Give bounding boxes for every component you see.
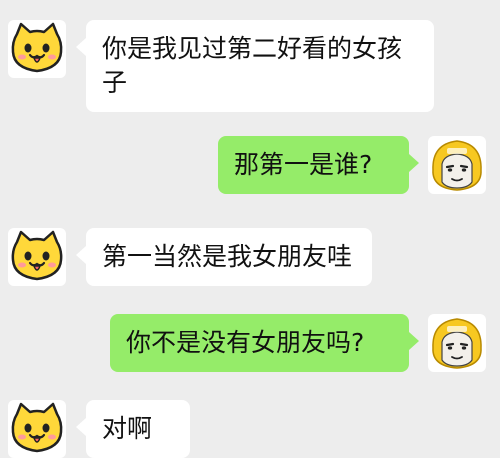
- bubble-tail: [76, 246, 86, 264]
- message-bubble[interactable]: 对啊: [86, 400, 190, 458]
- message-bubble[interactable]: 第一当然是我女朋友哇: [86, 228, 372, 286]
- bubble-tail: [409, 332, 419, 350]
- bubble-tail: [76, 418, 86, 436]
- bubble-tail: [409, 154, 419, 172]
- message-text: 对啊: [102, 414, 153, 443]
- message-bubble[interactable]: 那第一是谁?: [218, 136, 409, 194]
- helmet-meme-icon[interactable]: [428, 136, 486, 194]
- cat-emoji-icon[interactable]: [8, 400, 66, 458]
- cat-emoji-icon[interactable]: [8, 20, 66, 78]
- cat-emoji-icon[interactable]: [8, 228, 66, 286]
- message-text: 你是我见过第二好看的女孩子: [102, 34, 403, 97]
- message-bubble[interactable]: 你不是没有女朋友吗?: [110, 314, 409, 372]
- message-text: 第一当然是我女朋友哇: [102, 242, 353, 271]
- message-text: 那第一是谁?: [234, 150, 373, 179]
- bubble-tail: [76, 38, 86, 56]
- message-bubble[interactable]: 你是我见过第二好看的女孩子: [86, 20, 434, 112]
- helmet-meme-icon[interactable]: [428, 314, 486, 372]
- message-text: 你不是没有女朋友吗?: [126, 328, 365, 357]
- chat-area: 你是我见过第二好看的女孩子 那第一是谁? 第一当然是我女朋友哇 你不是没有女朋友…: [0, 0, 500, 458]
